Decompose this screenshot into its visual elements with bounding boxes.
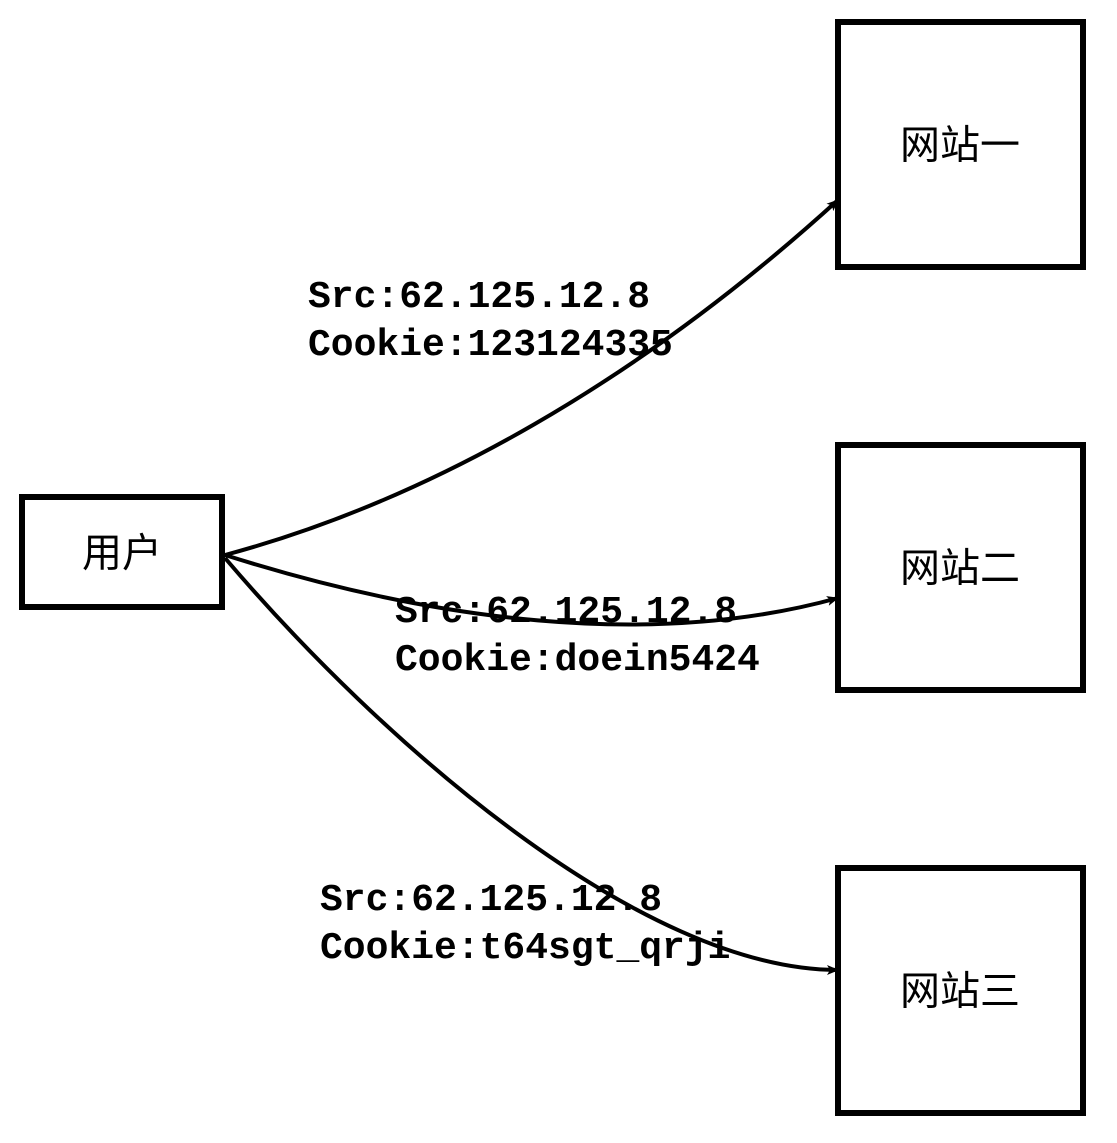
site-node: 网站二 [838,445,1083,690]
user-node: 用户 [22,497,222,607]
site-node: 网站三 [838,868,1083,1113]
user-label: 用户 [82,532,162,576]
arrow-icon [225,200,838,555]
diagram-canvas: 用户 网站一 网站二 网站三 Src:62.125.12.8 Cookie:12… [0,0,1117,1143]
site-label: 网站一 [900,124,1020,168]
edge: Src:62.125.12.8 Cookie:doein5424 [225,555,838,682]
edge-cookie: Cookie:t64sgt_qrji [320,927,730,970]
edge-src: Src:62.125.12.8 [320,879,662,922]
edge-src: Src:62.125.12.8 [395,591,737,634]
edge-cookie: Cookie:123124335 [308,324,673,367]
site-label: 网站三 [900,970,1020,1014]
edge: Src:62.125.12.8 Cookie:123124335 [225,200,838,555]
edge-cookie: Cookie:doein5424 [395,639,760,682]
site-node: 网站一 [838,22,1083,267]
site-label: 网站二 [900,547,1020,591]
edge-src: Src:62.125.12.8 [308,276,650,319]
